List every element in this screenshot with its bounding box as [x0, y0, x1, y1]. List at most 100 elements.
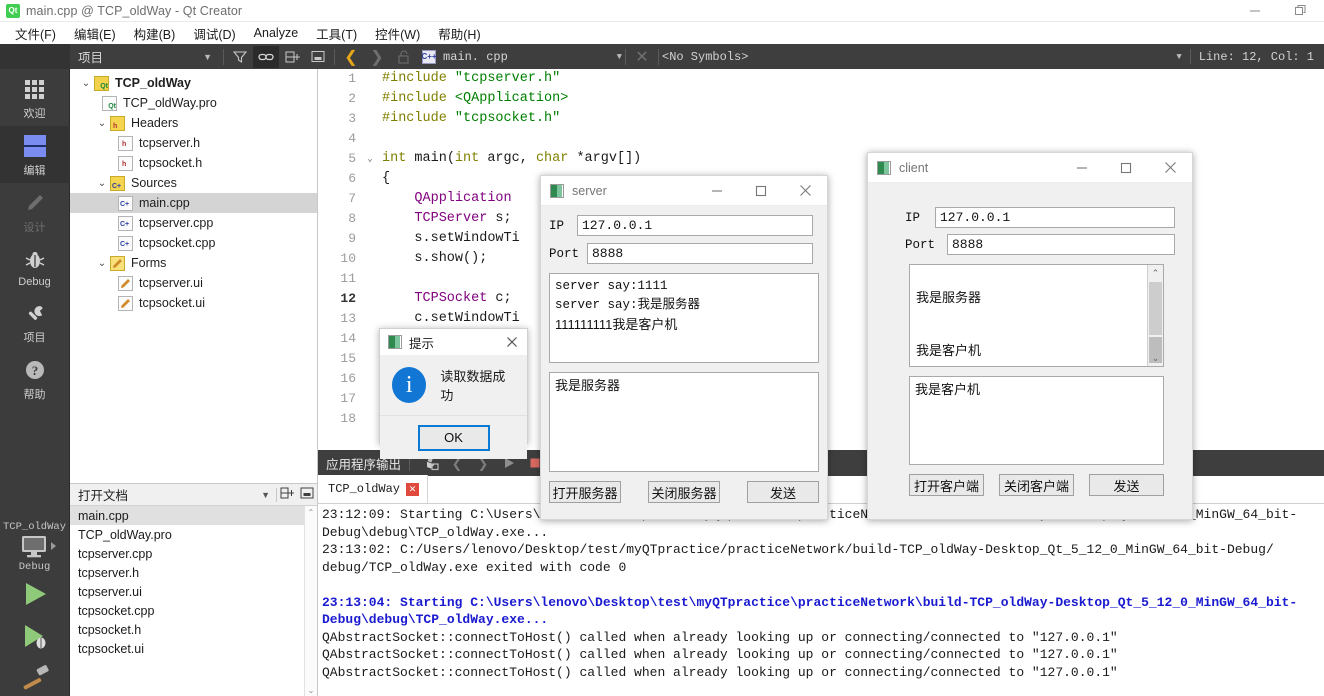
project-filter-combo[interactable]: 项目 ▼ [70, 44, 220, 69]
tree-item-tcpserver-cpp[interactable]: C+ tcpserver.cpp [70, 213, 317, 233]
list-item[interactable]: tcpserver.ui [70, 582, 317, 601]
fold-marker[interactable] [362, 369, 378, 389]
fold-marker[interactable] [362, 189, 378, 209]
split-icon[interactable] [279, 46, 305, 68]
fold-marker[interactable] [362, 229, 378, 249]
message-box[interactable]: 提示 i 读取数据成功 OK [379, 328, 528, 459]
port-input[interactable]: 8888 [587, 243, 813, 264]
chevron-down-icon[interactable]: ⌄ [94, 118, 110, 129]
close-button[interactable] [497, 329, 527, 355]
open-server-button[interactable]: 打开服务器 [549, 481, 621, 503]
restore-button[interactable] [1278, 0, 1324, 22]
close-split-icon[interactable] [305, 46, 331, 68]
fold-marker[interactable] [362, 249, 378, 269]
fold-marker[interactable]: ⌄ [362, 149, 378, 169]
kit-selector[interactable]: TCP_oldWay Debug [3, 521, 66, 573]
tree-item-tcpsocket-cpp[interactable]: C+ tcpsocket.cpp [70, 233, 317, 253]
close-client-button[interactable]: 关闭客户端 [999, 474, 1074, 496]
menu-analyze[interactable]: Analyze [245, 24, 307, 42]
sidebar-item-projects[interactable]: 项目 [0, 293, 70, 350]
fold-marker[interactable] [362, 329, 378, 349]
sidebar-item-design[interactable]: 设计 [0, 183, 70, 240]
menu-edit[interactable]: 编辑(E) [65, 22, 125, 45]
minimize-button[interactable] [1060, 153, 1104, 183]
fold-marker[interactable] [362, 309, 378, 329]
run-button[interactable] [19, 579, 51, 612]
list-item[interactable]: tcpserver.cpp [70, 544, 317, 563]
scroll-up-icon[interactable]: ⌃ [305, 506, 317, 519]
tree-item-tcpserver-ui[interactable]: tcpserver.ui [70, 273, 317, 293]
link-icon[interactable] [253, 45, 279, 68]
filter-icon[interactable] [227, 46, 253, 68]
close-button[interactable] [783, 176, 827, 206]
fold-marker[interactable] [362, 169, 378, 189]
close-server-button[interactable]: 关闭服务器 [648, 481, 720, 503]
server-receive-box[interactable]: server say:1111 server say:我是服务器 1111111… [549, 273, 819, 363]
fold-marker[interactable] [362, 109, 378, 129]
minimize-button[interactable] [695, 176, 739, 206]
fold-marker[interactable] [362, 389, 378, 409]
tab-tcp-oldway[interactable]: TCP_oldWay ✕ [318, 475, 429, 503]
server-window[interactable]: server IP 127.0.0.1 Port 8888 server say… [540, 175, 828, 520]
tree-item-forms[interactable]: ⌄ Forms [70, 253, 317, 273]
menu-help[interactable]: 帮助(H) [429, 22, 489, 45]
server-send-box[interactable]: 我是服务器 [549, 372, 819, 472]
ip-input[interactable]: 127.0.0.1 [935, 207, 1175, 228]
tree-item-pro-file[interactable]: Qt TCP_oldWay.pro [70, 93, 317, 113]
tree-item-main-cpp[interactable]: C+ main.cpp [70, 193, 317, 213]
tree-item-tcpsocket-h[interactable]: h tcpsocket.h [70, 153, 317, 173]
maximize-button[interactable] [1104, 153, 1148, 183]
fold-marker[interactable] [362, 349, 378, 369]
open-file-combo[interactable]: C++ main. cpp ▼ [421, 44, 622, 69]
ip-input[interactable]: 127.0.0.1 [577, 215, 813, 236]
list-item[interactable]: tcpsocket.cpp [70, 601, 317, 620]
menu-file[interactable]: 文件(F) [6, 22, 65, 45]
tree-item-tcpserver-h[interactable]: h tcpserver.h [70, 133, 317, 153]
fold-marker[interactable] [362, 69, 378, 89]
open-documents-scrollbar[interactable]: ⌃ ⌄ [304, 506, 317, 696]
list-item[interactable]: tcpsocket.h [70, 620, 317, 639]
chevron-down-icon[interactable]: ▼ [261, 490, 276, 500]
back-arrow-icon[interactable]: ❮ [338, 46, 364, 68]
fold-marker[interactable] [362, 409, 378, 429]
close-icon[interactable]: ✕ [406, 482, 420, 496]
fold-marker[interactable] [362, 209, 378, 229]
sidebar-item-debug[interactable]: Debug [0, 240, 70, 293]
tree-item-tcpsocket-ui[interactable]: tcpsocket.ui [70, 293, 317, 313]
tree-item-headers[interactable]: ⌄ h Headers [70, 113, 317, 133]
list-item[interactable]: main.cpp [70, 506, 317, 525]
fold-marker[interactable] [362, 289, 378, 309]
close-split-icon[interactable] [297, 487, 317, 502]
send-button[interactable]: 发送 [1089, 474, 1164, 496]
maximize-button[interactable] [739, 176, 783, 206]
scroll-down-icon[interactable]: ⌄ [1148, 350, 1163, 366]
tree-item-sources[interactable]: ⌄ C+ Sources [70, 173, 317, 193]
fold-marker[interactable] [362, 269, 378, 289]
scroll-up-icon[interactable]: ⌃ [1148, 265, 1163, 281]
forward-arrow-icon[interactable]: ❯ [364, 46, 390, 68]
menu-tools[interactable]: 工具(T) [307, 22, 366, 45]
output-text[interactable]: 23:12:09: Starting C:\Users\lenovo\Deskt… [318, 504, 1324, 681]
fold-marker[interactable] [362, 129, 378, 149]
debug-run-button[interactable] [19, 622, 51, 655]
ok-button[interactable]: OK [417, 424, 490, 451]
menu-build[interactable]: 构建(B) [125, 22, 185, 45]
sidebar-item-welcome[interactable]: 欢迎 [0, 69, 70, 126]
unlock-icon[interactable] [390, 46, 416, 68]
chevron-down-icon[interactable]: ⌄ [78, 78, 94, 89]
list-item[interactable]: TCP_oldWay.pro [70, 525, 317, 544]
menu-widgets[interactable]: 控件(W) [366, 22, 429, 45]
symbols-combo[interactable]: <No Symbols> [662, 50, 748, 64]
tree-item-tcp-oldway[interactable]: ⌄ Qt TCP_oldWay [70, 73, 317, 93]
client-send-box[interactable]: 我是客户机 [909, 376, 1164, 465]
sidebar-item-edit[interactable]: 编辑 [0, 126, 70, 183]
chevron-down-icon[interactable]: ⌄ [94, 178, 110, 189]
menu-debug[interactable]: 调试(D) [184, 22, 244, 45]
build-button[interactable] [19, 665, 51, 694]
chevron-down-icon[interactable]: ▼ [1176, 52, 1181, 62]
list-item[interactable]: tcpsocket.ui [70, 639, 317, 658]
minimize-button[interactable] [1232, 0, 1278, 22]
fold-marker[interactable] [362, 89, 378, 109]
send-button[interactable]: 发送 [747, 481, 819, 503]
port-input[interactable]: 8888 [947, 234, 1175, 255]
